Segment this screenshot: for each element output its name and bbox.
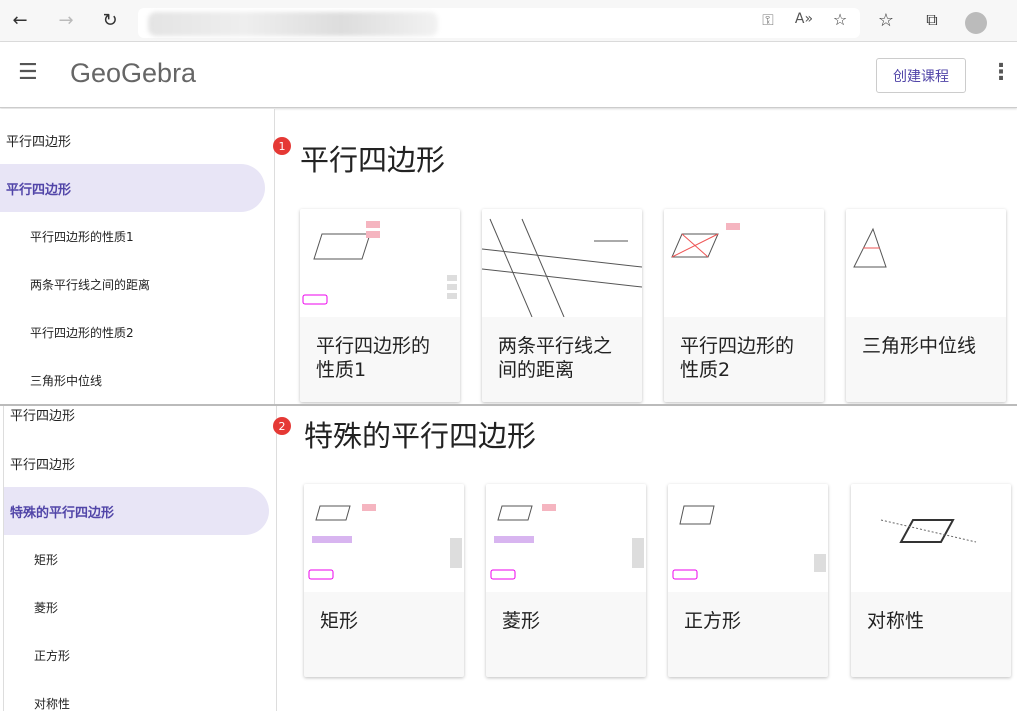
card-thumbnail: [300, 209, 460, 317]
card-title: 正方形: [684, 610, 742, 632]
favorites-icon[interactable]: ☆: [874, 10, 898, 31]
sidebar-item[interactable]: 平行四边形的性质2: [0, 308, 265, 356]
key-icon[interactable]: ⚿: [756, 11, 780, 29]
step-badge: 2: [273, 417, 291, 435]
activity-card[interactable]: 平行四边形的性质1: [300, 209, 460, 402]
read-aloud-icon[interactable]: A»: [792, 11, 816, 27]
sidebar: 平行四边形 平行四边形 特殊的平行四边形 矩形 菱形 正方形 对称性: [3, 406, 277, 711]
card-thumbnail: [846, 209, 1006, 317]
sidebar-item[interactable]: 平行四边形: [0, 116, 265, 164]
back-icon[interactable]: ←: [8, 10, 32, 31]
card-thumbnail: [668, 484, 828, 592]
activity-card[interactable]: 三角形中位线: [846, 209, 1006, 402]
profile-icon[interactable]: [965, 12, 987, 34]
collections-icon[interactable]: ⧉: [920, 10, 944, 30]
app-header: ☰ GeoGebra 创建课程 ⋮: [0, 42, 1017, 108]
more-options-icon[interactable]: ⋮: [990, 60, 1012, 85]
activity-card[interactable]: 平行四边形的性质2: [664, 209, 824, 402]
geogebra-logo[interactable]: GeoGebra: [70, 58, 196, 89]
card-thumbnail: [482, 209, 642, 318]
step-badge: 1: [273, 137, 291, 155]
card-title: 两条平行线之间的距离: [498, 335, 613, 381]
create-course-button[interactable]: 创建课程: [876, 58, 966, 93]
add-favorite-icon[interactable]: ☆: [828, 10, 852, 29]
section-title: 特殊的平行四边形: [304, 419, 537, 453]
card-thumbnail: [304, 484, 464, 592]
sidebar-item[interactable]: 矩形: [4, 535, 269, 583]
refresh-icon[interactable]: ↻: [98, 10, 122, 31]
address-bar[interactable]: ⚿ A» ☆: [138, 8, 860, 38]
page-title: 平行四边形: [300, 143, 446, 177]
sidebar: 平行四边形 平行四边形 平行四边形的性质1 两条平行线之间的距离 平行四边形的性…: [0, 109, 275, 404]
card-thumbnail: [851, 484, 1011, 592]
activity-card[interactable]: 正方形: [668, 484, 828, 677]
activity-card[interactable]: 菱形: [486, 484, 646, 677]
sidebar-item[interactable]: 平行四边形的性质1: [0, 212, 265, 260]
activity-card[interactable]: 矩形: [304, 484, 464, 677]
sidebar-item[interactable]: 两条平行线之间的距离: [0, 260, 265, 308]
card-title: 平行四边形的性质2: [680, 335, 795, 381]
sidebar-item[interactable]: 平行四边形: [4, 390, 269, 438]
sidebar-item-selected[interactable]: 平行四边形: [0, 164, 265, 212]
card-thumbnail: [664, 209, 824, 317]
card-thumbnail: [486, 484, 646, 592]
card-title: 三角形中位线: [862, 335, 977, 357]
sidebar-item[interactable]: 对称性: [4, 679, 269, 727]
sidebar-item[interactable]: 菱形: [4, 583, 269, 631]
activity-card[interactable]: 对称性: [851, 484, 1011, 677]
card-title: 矩形: [320, 610, 359, 632]
sidebar-item-selected[interactable]: 特殊的平行四边形: [4, 487, 269, 535]
activity-card[interactable]: 两条平行线之间的距离: [482, 209, 642, 402]
card-title: 对称性: [867, 610, 925, 632]
card-title: 平行四边形的性质1: [316, 335, 431, 381]
menu-icon[interactable]: ☰: [18, 60, 38, 85]
sidebar-item[interactable]: 平行四边形: [4, 439, 269, 487]
forward-icon[interactable]: →: [54, 10, 78, 31]
browser-toolbar: ← → ↻ ⚿ A» ☆ ☆ ⧉: [0, 0, 1017, 42]
card-title: 菱形: [502, 610, 541, 632]
sidebar-item[interactable]: 正方形: [4, 631, 269, 679]
url-text-blurred: [148, 12, 438, 36]
